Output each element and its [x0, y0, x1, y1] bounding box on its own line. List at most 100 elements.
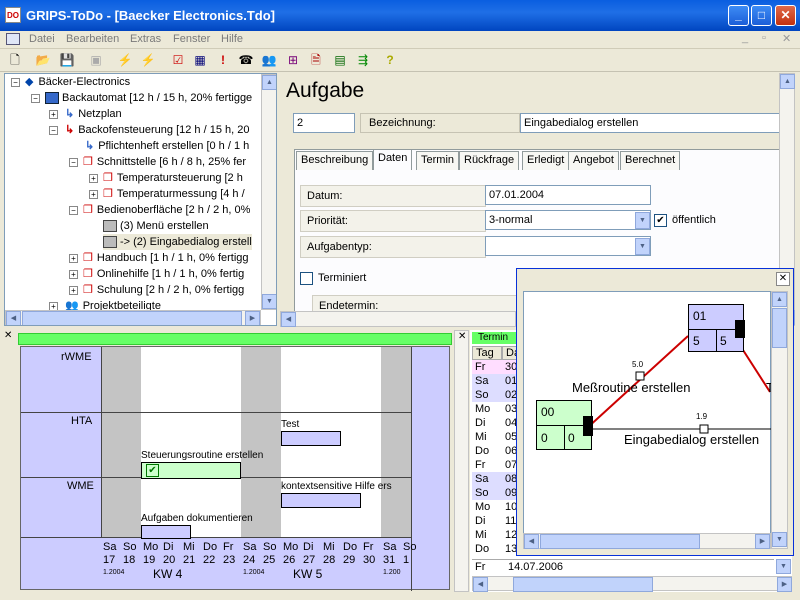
new-file-icon[interactable]: 🗋 — [5, 51, 25, 70]
scroll-left-icon[interactable]: ◀ — [6, 311, 21, 325]
tab-berechnet[interactable]: Berechnet — [620, 151, 681, 170]
lightning-filter-icon[interactable]: ⚡ — [138, 51, 158, 70]
tab-angebot[interactable]: Angebot — [568, 151, 619, 170]
scroll-left-icon[interactable]: ◀ — [524, 534, 539, 549]
table-row[interactable]: Mi 12 — [472, 528, 520, 542]
network-icon[interactable]: ⇶ — [353, 51, 373, 70]
table-row[interactable]: Sa 01 — [472, 374, 520, 388]
table-row[interactable]: Mi 05 — [472, 430, 520, 444]
scroll-thumb[interactable] — [513, 577, 653, 592]
scroll-left-icon[interactable]: ◀ — [473, 577, 488, 592]
document-icon[interactable] — [6, 33, 20, 45]
scroll-up-icon[interactable]: ▲ — [262, 75, 276, 90]
task-number-field[interactable]: 2 — [293, 113, 355, 133]
date-field[interactable]: 07.01.2004 — [485, 185, 651, 205]
table-row[interactable]: Di 04 — [472, 416, 520, 430]
tree-item-temperatursteuerung[interactable]: ❐ Temperatursteuerung [2 h — [103, 170, 243, 186]
scroll-right-icon[interactable]: ▶ — [777, 577, 792, 592]
network-vscrollbar[interactable]: ▲ ▼ — [771, 291, 788, 549]
table-row[interactable]: Fr 07 — [472, 458, 520, 472]
tree-item-eingabedialog[interactable]: -> (2) Eingabedialog erstell — [103, 234, 252, 250]
collapse-icon[interactable]: − — [49, 126, 58, 135]
collapse-icon[interactable]: − — [11, 78, 20, 87]
table-row[interactable]: Fr 30 — [472, 360, 520, 374]
gantt-bar-steuerung[interactable]: ✔ — [141, 462, 241, 479]
tree-hscrollbar[interactable]: ◀ ▶ — [5, 310, 261, 325]
table-row[interactable]: Di 11 — [472, 514, 520, 528]
gantt-bar-doku[interactable] — [141, 525, 191, 539]
tree-item-onlinehilfe[interactable]: ❐ Onlinehilfe [1 h / 1 h, 0% fertig — [83, 266, 244, 282]
chevron-down-icon[interactable]: ▼ — [635, 212, 650, 229]
calendar-icon[interactable]: ▦ — [190, 51, 210, 70]
network-hscrollbar[interactable]: ◀ ▶ — [523, 533, 771, 549]
table-row[interactable]: So 09 — [472, 486, 520, 500]
type-select[interactable] — [485, 236, 651, 256]
tree-item-backofensteuerung[interactable]: ↳ Backofensteuerung [12 h / 15 h, 20 — [65, 122, 249, 138]
scroll-right-icon[interactable]: ▶ — [245, 311, 260, 325]
table-row[interactable]: Do 13 — [472, 542, 520, 556]
scroll-thumb[interactable] — [772, 308, 787, 348]
menu-extras[interactable]: Extras — [130, 33, 161, 45]
open-folder-icon[interactable]: 📂 — [33, 51, 53, 70]
tab-daten[interactable]: Daten — [373, 149, 413, 170]
hierarchy-icon[interactable]: ⊞ — [283, 51, 303, 70]
tree-item-bedienoberflaeche[interactable]: ❐ Bedienoberfläche [2 h / 2 h, 0% — [83, 202, 250, 218]
tree-item-schulung[interactable]: ❐ Schulung [2 h / 2 h, 0% fertigg — [83, 282, 244, 298]
tab-beschreibung[interactable]: Beschreibung — [296, 151, 374, 170]
checkbox-icon[interactable]: ☑ — [168, 51, 188, 70]
close-button[interactable]: ✕ — [775, 5, 796, 26]
expand-icon[interactable]: + — [49, 110, 58, 119]
public-checkbox[interactable]: ✔ — [654, 214, 667, 227]
menu-hilfe[interactable]: Hilfe — [221, 33, 243, 45]
tree-item-netzplan[interactable]: ↳ Netzplan — [65, 106, 122, 122]
tree-vscrollbar[interactable]: ▲ ▼ — [261, 74, 276, 310]
tree-item-pflichtenheft[interactable]: ↳ Pflichtenheft erstellen [0 h / 1 h — [85, 138, 249, 154]
scroll-down-icon[interactable]: ▼ — [262, 294, 276, 309]
expand-icon[interactable]: + — [89, 174, 98, 183]
lightning-icon[interactable]: ⚡ — [115, 51, 135, 70]
scroll-thumb[interactable] — [540, 534, 700, 549]
save-icon[interactable]: 💾 — [57, 51, 77, 70]
tab-erledigt[interactable]: Erledigt — [522, 151, 570, 170]
gantt-icon[interactable]: ▤ — [330, 51, 350, 70]
network-node-01[interactable]: 01 5 5 — [688, 304, 745, 352]
scroll-up-icon[interactable]: ▲ — [772, 292, 787, 307]
mdi-close-icon[interactable]: ✕ — [782, 32, 791, 45]
tab-termin[interactable]: Termin — [416, 151, 460, 170]
mdi-minimize-icon[interactable]: _ — [742, 32, 748, 44]
tree-item-menue[interactable]: (3) Menü erstellen — [103, 218, 209, 234]
name-field[interactable]: Eingabedialog erstellen — [520, 113, 780, 133]
phone-icon[interactable]: ☎ — [236, 51, 256, 70]
expand-icon[interactable]: + — [69, 270, 78, 279]
gantt-vscrollbar[interactable] — [454, 330, 469, 592]
scroll-left-icon[interactable]: ◀ — [281, 312, 296, 327]
document-red-icon[interactable]: 🗎 — [306, 51, 326, 70]
menu-bearbeiten[interactable]: Bearbeiten — [66, 33, 119, 45]
menu-datei[interactable]: Datei — [29, 33, 55, 45]
chevron-down-icon[interactable]: ▼ — [635, 238, 650, 255]
close-icon[interactable]: ✕ — [458, 331, 466, 342]
collapse-icon[interactable]: − — [69, 158, 78, 167]
tab-rueckfrage[interactable]: Rückfrage — [459, 151, 520, 170]
network-node-00[interactable]: 00 0 0 — [536, 400, 593, 450]
tree-item-temperaturmessung[interactable]: ❐ Temperaturmessung [4 h / — [103, 186, 245, 202]
gantt-bar-hilfe[interactable] — [281, 493, 361, 508]
termin-footer-row[interactable]: Fr 14.07.2006 — [472, 559, 774, 574]
table-row[interactable]: So 02 — [472, 388, 520, 402]
print-icon[interactable]: ▣ — [86, 51, 106, 70]
tree-item-backautomat[interactable]: Backautomat [12 h / 15 h, 20% fertigge — [45, 90, 252, 106]
tree-item-root[interactable]: ◆ Bäcker-Electronics — [25, 74, 130, 90]
table-row[interactable]: Mo 03 — [472, 402, 520, 416]
collapse-icon[interactable]: − — [31, 94, 40, 103]
menu-fenster[interactable]: Fenster — [173, 33, 210, 45]
mdi-restore-icon[interactable]: ▫ — [762, 32, 766, 44]
scroll-right-icon[interactable]: ▶ — [755, 534, 770, 549]
gantt-bar-test[interactable] — [281, 431, 341, 446]
tree-item-handbuch[interactable]: ❐ Handbuch [1 h / 1 h, 0% fertigg — [83, 250, 249, 266]
expand-icon[interactable]: + — [69, 254, 78, 263]
close-icon[interactable]: ✕ — [776, 272, 790, 286]
expand-icon[interactable]: + — [69, 286, 78, 295]
tree-item-schnittstelle[interactable]: ❐ Schnittstelle [6 h / 8 h, 25% fer — [83, 154, 246, 170]
scroll-thumb[interactable] — [22, 311, 242, 325]
table-row[interactable]: Do 06 — [472, 444, 520, 458]
